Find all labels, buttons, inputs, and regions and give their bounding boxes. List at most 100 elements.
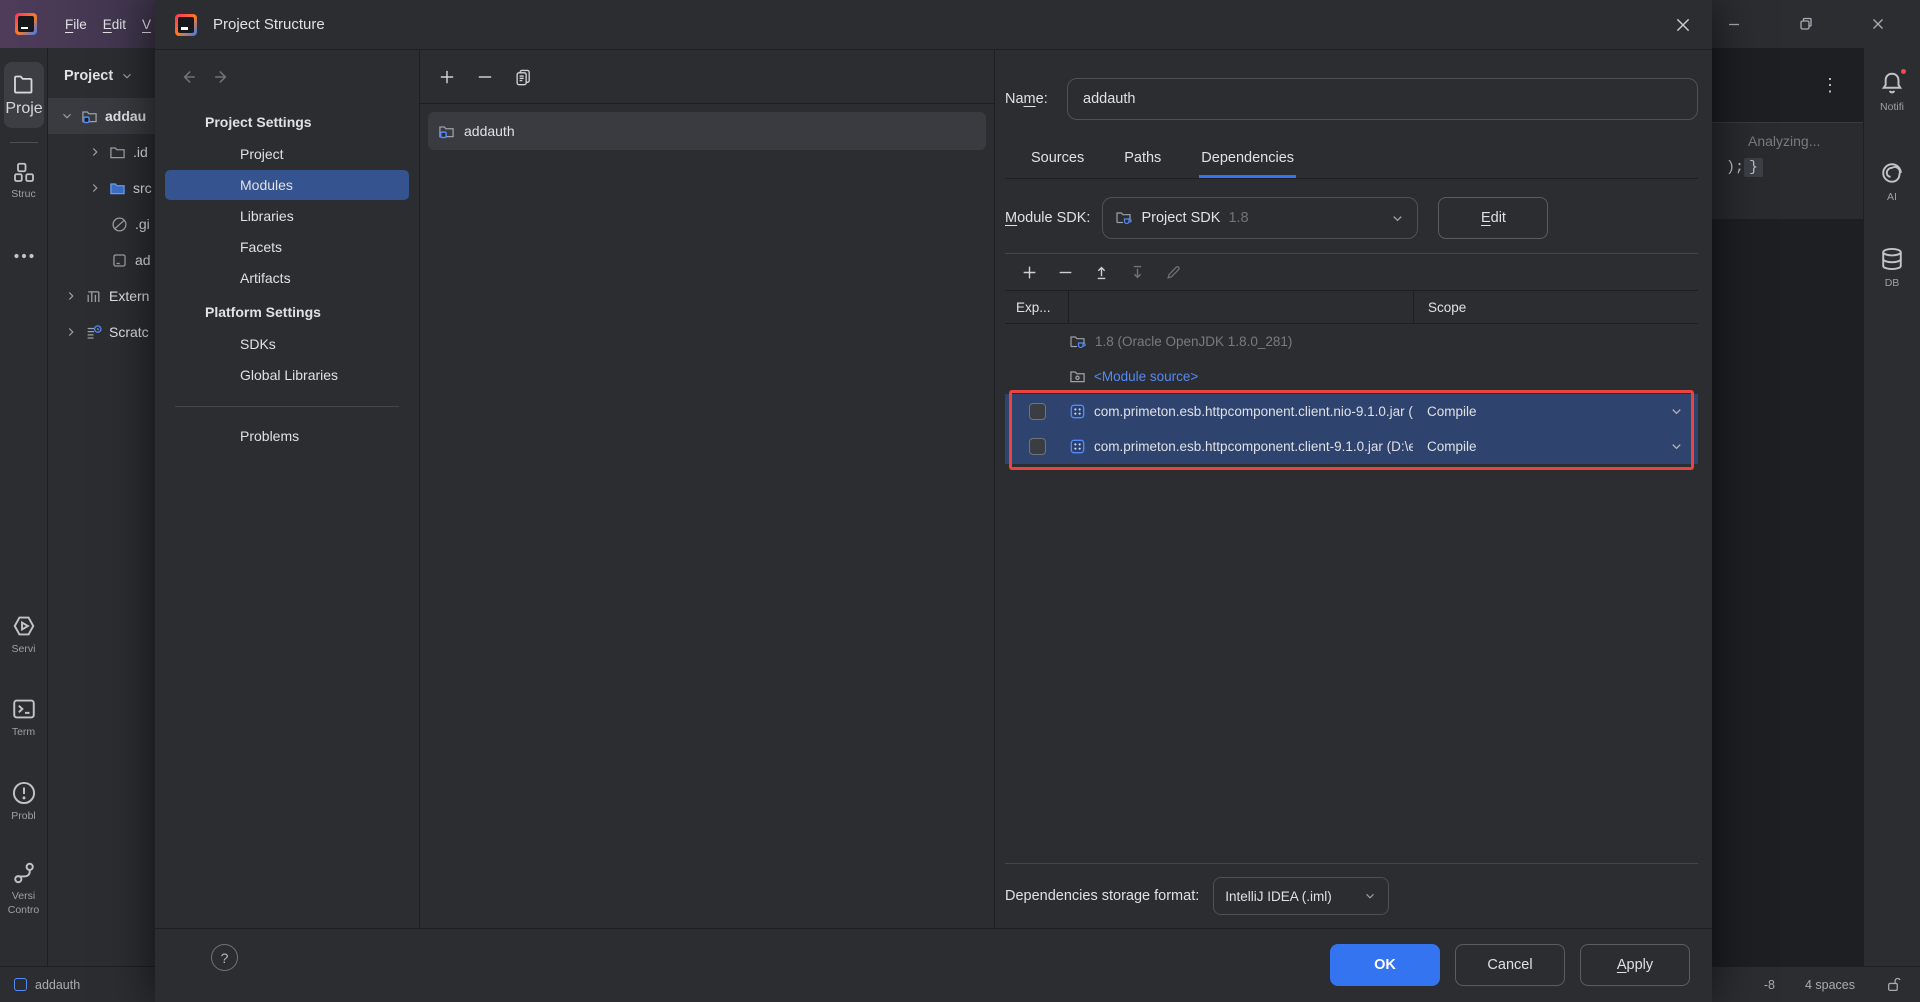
chevron-down-icon [1390, 211, 1405, 226]
move-up-icon[interactable] [1093, 264, 1110, 281]
nav-divider [175, 406, 399, 407]
modules-toolbar [420, 50, 994, 104]
cancel-button[interactable]: Cancel [1455, 944, 1565, 986]
nav-item-modules[interactable]: Modules [165, 170, 409, 200]
tab-dependencies[interactable]: Dependencies [1199, 144, 1296, 178]
analyzing-status: Analyzing... [1726, 133, 1863, 149]
database-icon [1879, 246, 1905, 272]
sidebar-item-label: AI [1887, 191, 1897, 203]
sidebar-item-terminal[interactable]: Term [0, 696, 47, 739]
dialog-close-icon[interactable] [1674, 16, 1692, 34]
table-row-sdk[interactable]: 1.8 (Oracle OpenJDK 1.8.0_281) [1005, 324, 1698, 359]
edit-sdk-button[interactable]: Edit [1438, 197, 1548, 239]
nav-item-libraries[interactable]: Libraries [165, 201, 409, 231]
ignored-file-icon [111, 216, 128, 233]
dependency-name: com.primeton.esb.httpcomponent.client-9.… [1094, 439, 1413, 454]
folder-icon [109, 144, 126, 161]
menu-edit[interactable]: Edit [95, 12, 134, 37]
tree-item-external-libraries[interactable]: Extern [48, 278, 155, 314]
tree-item-gitignore[interactable]: .gi [48, 206, 155, 242]
sidebar-item-structure[interactable]: Struc [0, 160, 47, 201]
jar-library-icon [1069, 438, 1086, 455]
status-module-name[interactable]: addauth [35, 978, 80, 992]
nav-item-sdks[interactable]: SDKs [165, 329, 409, 359]
library-icon [85, 288, 102, 305]
chevron-right-icon [88, 181, 102, 195]
jdk-icon [1115, 209, 1133, 227]
sidebar-item-more[interactable] [0, 244, 47, 268]
ok-button[interactable]: OK [1330, 944, 1440, 986]
tab-sources[interactable]: Sources [1029, 144, 1086, 178]
jdk-icon [1069, 333, 1087, 351]
scope-select[interactable]: Compile [1413, 439, 1698, 454]
sidebar-item-problems[interactable]: Probl [0, 780, 47, 823]
add-dependency-icon[interactable] [1021, 264, 1038, 281]
chevron-right-icon [64, 289, 78, 303]
tree-item-scratches[interactable]: Scratc [48, 314, 155, 350]
scope-select[interactable]: Compile [1413, 404, 1698, 419]
table-row-module-source[interactable]: <Module source> [1005, 359, 1698, 394]
tree-item-label: src [133, 180, 152, 196]
tree-item-idea[interactable]: .id [48, 134, 155, 170]
nav-item-problems[interactable]: Problems [165, 421, 409, 451]
sidebar-item-project[interactable]: Proje [4, 62, 44, 128]
nav-item-artifacts[interactable]: Artifacts [165, 263, 409, 293]
close-window-icon [1870, 16, 1886, 32]
column-export[interactable]: Exp... [1005, 291, 1069, 323]
remove-dependency-icon[interactable] [1057, 264, 1074, 281]
project-structure-dialog: Project Structure Project Settings Proje… [155, 0, 1712, 1002]
code-line: ); } [1726, 158, 1863, 177]
restore-button[interactable] [1770, 0, 1842, 48]
name-row: Name: addauth [1005, 78, 1698, 120]
nav-item-facets[interactable]: Facets [165, 232, 409, 262]
status-encoding[interactable]: -8 [1764, 978, 1775, 992]
nav-group-project-settings: Project Settings [155, 104, 419, 138]
sidebar-item-notifications[interactable]: Notifi [1864, 70, 1920, 113]
sidebar-item-database[interactable]: DB [1864, 246, 1920, 289]
module-sdk-select[interactable]: Project SDK 1.8 [1102, 197, 1418, 239]
sidebar-item-ai[interactable]: AI [1864, 160, 1920, 203]
tree-item-addauth[interactable]: addau [48, 98, 155, 134]
status-indent[interactable]: 4 spaces [1805, 978, 1855, 992]
column-scope[interactable]: Scope [1413, 291, 1698, 323]
module-list-item-addauth[interactable]: addauth [428, 112, 986, 150]
services-icon [11, 613, 37, 639]
scratches-icon [85, 324, 102, 341]
module-name-input[interactable]: addauth [1067, 78, 1698, 120]
storage-format-label: Dependencies storage format: [1005, 888, 1199, 904]
help-button[interactable]: ? [211, 944, 238, 971]
tab-paths[interactable]: Paths [1122, 144, 1163, 178]
add-module-icon[interactable] [438, 68, 456, 86]
nav-item-global-libraries[interactable]: Global Libraries [165, 360, 409, 390]
apply-button[interactable]: Apply [1580, 944, 1690, 986]
storage-format-select[interactable]: IntelliJ IDEA (.iml) [1213, 877, 1389, 915]
sidebar-item-version-control[interactable]: Versi Contro [0, 860, 47, 917]
scope-value: Compile [1427, 404, 1477, 419]
table-row-dependency-nio-jar[interactable]: com.primeton.esb.httpcomponent.client.ni… [1005, 394, 1698, 429]
tree-item-src[interactable]: src [48, 170, 155, 206]
remove-module-icon[interactable] [476, 68, 494, 86]
modules-list: addauth [420, 104, 994, 158]
module-sdk-row: Module SDK: Project SDK 1.8 Edit [1005, 197, 1698, 239]
tree-item-iml-file[interactable]: ad [48, 242, 155, 278]
project-panel-header[interactable]: Project [48, 48, 155, 98]
tree-item-label: ad [135, 252, 151, 268]
edit-dependency-icon[interactable] [1165, 264, 1182, 281]
table-row-dependency-jar[interactable]: com.primeton.esb.httpcomponent.client-9.… [1005, 429, 1698, 464]
nav-item-project[interactable]: Project [165, 139, 409, 169]
kebab-menu-icon[interactable]: ⋮ [1821, 75, 1839, 96]
back-icon[interactable] [179, 68, 197, 86]
storage-format-value: IntelliJ IDEA (.iml) [1225, 889, 1332, 904]
export-checkbox[interactable] [1029, 403, 1046, 420]
export-checkbox[interactable] [1029, 438, 1046, 455]
close-window-button[interactable] [1842, 0, 1914, 48]
left-tool-strip: Proje Struc Servi Term Probl Versi Contr… [0, 48, 48, 966]
chevron-right-icon [64, 325, 78, 339]
menu-file[interactable]: File [57, 12, 95, 37]
sidebar-item-services[interactable]: Servi [0, 613, 47, 656]
unlock-icon[interactable] [1885, 976, 1902, 993]
forward-icon[interactable] [213, 68, 231, 86]
copy-module-icon[interactable] [514, 68, 532, 86]
project-folder-icon [12, 72, 36, 96]
move-down-icon[interactable] [1129, 264, 1146, 281]
